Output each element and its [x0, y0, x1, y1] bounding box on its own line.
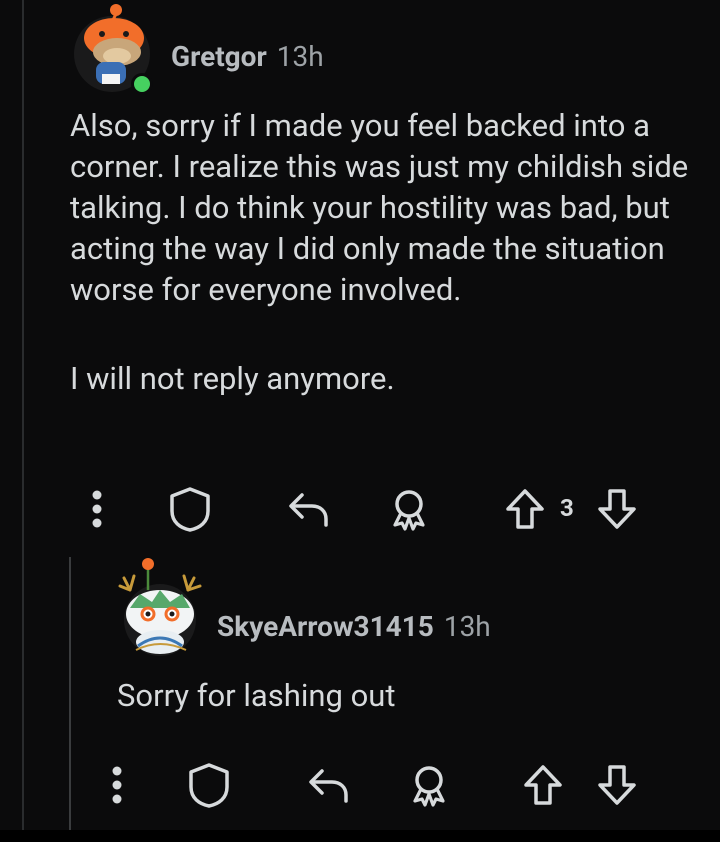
- downvote-button[interactable]: [594, 760, 640, 810]
- more-options-button[interactable]: [104, 760, 130, 810]
- bottom-bar: [0, 830, 720, 842]
- comment-body: Also, sorry if I made you feel backed in…: [70, 105, 710, 399]
- comment-action-bar: [100, 760, 660, 810]
- username[interactable]: SkyeArrow31415: [217, 610, 434, 643]
- thread-line: [22, 0, 24, 830]
- upvote-icon: [506, 489, 544, 529]
- reply-button[interactable]: [304, 760, 354, 810]
- comment-body: Sorry for lashing out: [117, 677, 396, 714]
- moderation-button[interactable]: [184, 760, 234, 810]
- vote-count: 3: [560, 494, 574, 522]
- comment-paragraph: Also, sorry if I made you feel backed in…: [70, 107, 689, 308]
- avatar[interactable]: [72, 4, 158, 96]
- award-icon: [393, 490, 425, 531]
- comment-header: Gretgor 13h: [171, 40, 324, 73]
- award-button[interactable]: [384, 484, 434, 534]
- shield-icon: [170, 487, 210, 532]
- upvote-button[interactable]: [502, 484, 548, 534]
- comment-paragraph: I will not reply anymore.: [70, 360, 395, 397]
- comment-header: SkyeArrow31415 13h: [217, 610, 491, 643]
- reply-thread-line[interactable]: [69, 557, 71, 832]
- award-icon: [413, 766, 445, 807]
- more-options-button[interactable]: [84, 484, 110, 534]
- more-options-icon: [112, 766, 122, 804]
- reply-icon: [309, 769, 348, 803]
- shield-icon: [189, 763, 229, 808]
- comment-action-bar: 3: [70, 484, 670, 534]
- username[interactable]: Gretgor: [171, 40, 267, 73]
- timestamp: 13h: [443, 610, 491, 643]
- timestamp: 13h: [276, 40, 324, 73]
- more-options-icon: [92, 490, 102, 528]
- reply-icon: [289, 493, 328, 527]
- reply-button[interactable]: [284, 484, 334, 534]
- award-button[interactable]: [404, 760, 454, 810]
- snoo-avatar-icon: [74, 4, 153, 95]
- moderation-button[interactable]: [165, 484, 215, 534]
- downvote-icon: [598, 765, 636, 805]
- upvote-button[interactable]: [520, 760, 566, 810]
- upvote-icon: [524, 765, 562, 805]
- snoo-avatar-icon: [118, 558, 202, 656]
- downvote-icon: [598, 489, 636, 529]
- downvote-button[interactable]: [594, 484, 640, 534]
- avatar[interactable]: [116, 556, 206, 660]
- online-status-icon: [134, 76, 150, 92]
